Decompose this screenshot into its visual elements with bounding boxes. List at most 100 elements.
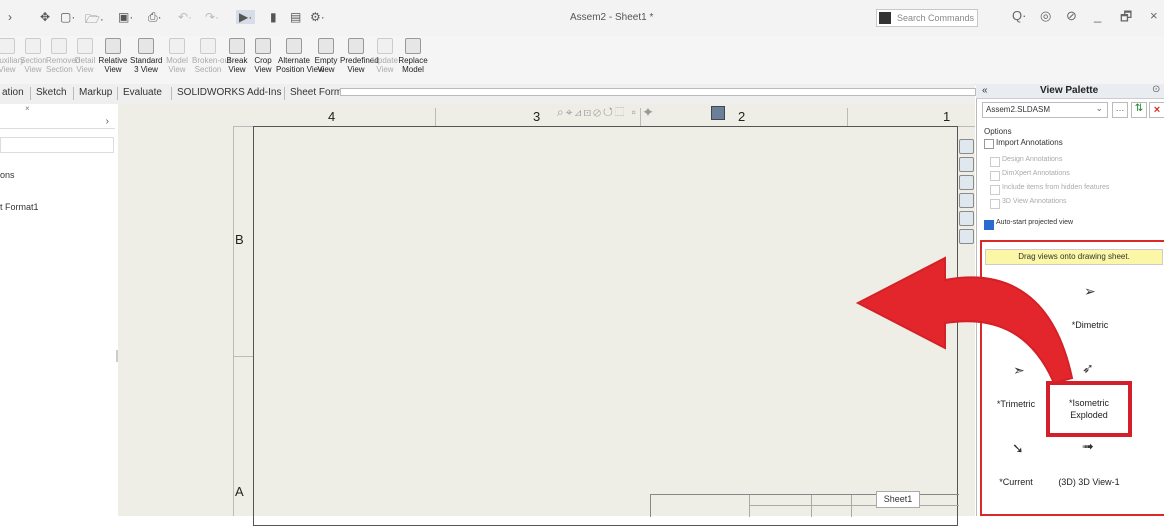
help-icon[interactable]: ⊘: [1066, 8, 1077, 24]
menu-arrow-icon[interactable]: ›: [8, 10, 12, 24]
ribbon-button-removed-section[interactable]: Removed Section: [46, 36, 80, 84]
ribbon-button-label: Relative View: [98, 56, 128, 74]
ribbon-button-model-view[interactable]: Model View: [162, 36, 192, 84]
document-title: Assem2 - Sheet1 *: [570, 12, 654, 23]
home-icon[interactable]: [959, 139, 974, 154]
pin-icon[interactable]: ⊙: [1152, 84, 1160, 95]
tab-solidworks-addins[interactable]: SOLIDWORKS Add-Ins: [177, 87, 281, 98]
dimetric-view-icon[interactable]: ➢: [1084, 283, 1096, 300]
design-library-icon[interactable]: [959, 175, 974, 190]
hidden-features-label: Include items from hidden features: [1002, 184, 1110, 191]
restore-icon[interactable]: 🗗: [1120, 8, 1132, 30]
zone-divider: [233, 356, 253, 357]
ribbon-button-broken-out-section[interactable]: Broken-out Section: [192, 36, 231, 84]
ribbon-button-section-view[interactable]: Section View: [20, 36, 47, 84]
browse-icon[interactable]: …: [1112, 102, 1128, 118]
ribbon-command-icon: [25, 38, 41, 54]
ribbon-button-update-view[interactable]: Update View: [372, 36, 398, 84]
close-icon[interactable]: ×: [1150, 8, 1158, 23]
ribbon-button-detail-view[interactable]: Detail View: [72, 36, 98, 84]
ribbon-button-standard-3-view[interactable]: Standard 3 View: [130, 36, 162, 84]
ribbon-button-crop-view[interactable]: Crop View: [250, 36, 276, 84]
ribbon-command-icon: [348, 38, 364, 54]
clear-all-icon[interactable]: ×: [1149, 102, 1164, 118]
ribbon-button-auxiliary-view[interactable]: Auxiliary View: [0, 36, 24, 84]
ribbon-command-icon: [229, 38, 245, 54]
ribbon-command-icon: [169, 38, 185, 54]
sheet-tab[interactable]: Sheet1: [876, 491, 920, 508]
ribbon-command-icon: [51, 38, 67, 54]
select-icon[interactable]: ▶·: [236, 10, 256, 24]
collapse-panel-icon[interactable]: «: [982, 85, 988, 96]
tree-filter[interactable]: ›: [0, 116, 115, 129]
current-view-icon[interactable]: ➘: [1012, 440, 1024, 457]
file-properties-icon[interactable]: ▤: [290, 10, 301, 24]
display-style-icon[interactable]: [711, 106, 725, 120]
ribbon-button-relative-view[interactable]: Relative View: [98, 36, 128, 84]
document-select[interactable]: Assem2.SLDASM ⌄: [982, 102, 1108, 118]
3d-view-icon[interactable]: ➟: [1082, 438, 1094, 455]
ribbon-button-label: Alternate Position View: [276, 56, 324, 74]
tree-item-annotations[interactable]: ons: [0, 170, 15, 180]
user-icon[interactable]: ◎: [1040, 8, 1051, 24]
file-explorer-icon[interactable]: [959, 193, 974, 208]
expand-arrow-icon[interactable]: ›: [106, 116, 109, 127]
tree-item-sheet-format[interactable]: t Format1: [0, 202, 39, 212]
design-annotations-checkbox[interactable]: [990, 157, 1000, 167]
view-palette-title: View Palette: [1040, 85, 1099, 96]
ruler: [340, 88, 976, 96]
ribbon-button-empty-view[interactable]: Empty View: [312, 36, 340, 84]
ribbon-button-replace-model[interactable]: Replace Model: [398, 36, 428, 84]
heads-up-view-toolbar[interactable]: ⌕⌖⊿⊡⊘↺⬚ ▫ ✦: [557, 105, 655, 120]
minimize-icon[interactable]: _: [1094, 8, 1101, 23]
appearances-icon[interactable]: [959, 211, 974, 226]
view-label-3d-view[interactable]: (3D) 3D View-1: [1046, 477, 1132, 487]
ribbon-button-predefined-view[interactable]: Predefined View: [340, 36, 379, 84]
refresh-icon[interactable]: ⇅: [1131, 102, 1147, 118]
resources-icon[interactable]: [959, 157, 974, 172]
tab-separator: [171, 87, 172, 100]
search-icon[interactable]: Q·: [1012, 8, 1026, 23]
save-icon[interactable]: ▣·: [118, 10, 133, 24]
tab-sketch[interactable]: Sketch: [36, 87, 67, 98]
zone-label-3: 3: [533, 109, 541, 124]
view-label-trimetric[interactable]: *Trimetric: [976, 399, 1056, 409]
red-curved-arrow-annotation: [855, 256, 1074, 385]
isometric-exploded-view-icon[interactable]: ➶: [1082, 360, 1094, 377]
new-document-icon[interactable]: ▢·: [60, 10, 75, 24]
view-3d-annotations-checkbox[interactable]: [990, 199, 1000, 209]
solidworks-logo-icon[interactable]: ✥: [40, 10, 50, 24]
tab-annotation[interactable]: ation: [2, 87, 24, 98]
ribbon-button-break-view[interactable]: Break View: [224, 36, 250, 84]
document-select-value: Assem2.SLDASM: [986, 105, 1051, 114]
ribbon-button-alternate-position-view[interactable]: Alternate Position View: [276, 36, 324, 84]
view-label-current[interactable]: *Current: [976, 477, 1056, 487]
hidden-features-checkbox[interactable]: [990, 185, 1000, 195]
dimxpert-annotations-checkbox[interactable]: [990, 171, 1000, 181]
view-3d-annotations-label: 3D View Annotations: [1002, 198, 1067, 205]
import-annotations-checkbox[interactable]: [984, 139, 994, 149]
undo-icon[interactable]: ↶·: [178, 10, 192, 24]
ribbon-command-icon: [200, 38, 216, 54]
rebuild-icon[interactable]: ▮: [270, 10, 277, 24]
ribbon-button-label: Crop View: [254, 56, 272, 74]
options-gear-icon[interactable]: ⚙·: [310, 10, 325, 24]
zone-label-b: B: [235, 232, 244, 247]
ribbon-button-label: Update View: [372, 56, 398, 74]
ribbon-command-icon: [377, 38, 393, 54]
ribbon-command-icon: [255, 38, 271, 54]
print-icon[interactable]: ⎙·: [148, 10, 162, 25]
ribbon-button-label: Section View: [20, 56, 47, 74]
tree-search-field[interactable]: [0, 137, 114, 153]
tab-markup[interactable]: Markup: [79, 87, 112, 98]
auto-start-label: Auto-start projected view: [996, 219, 1074, 226]
search-input[interactable]: Search Commands: [876, 9, 978, 27]
ribbon-command-icon: [0, 38, 15, 54]
tab-separator: [117, 87, 118, 100]
tree-marker-icon: ×: [25, 104, 30, 113]
tab-evaluate[interactable]: Evaluate: [123, 87, 162, 98]
zone-divider: [847, 108, 848, 126]
ribbon-button-label: Model View: [166, 56, 188, 74]
open-icon[interactable]: 🗁·: [85, 10, 104, 31]
redo-icon[interactable]: ↷·: [205, 10, 219, 24]
